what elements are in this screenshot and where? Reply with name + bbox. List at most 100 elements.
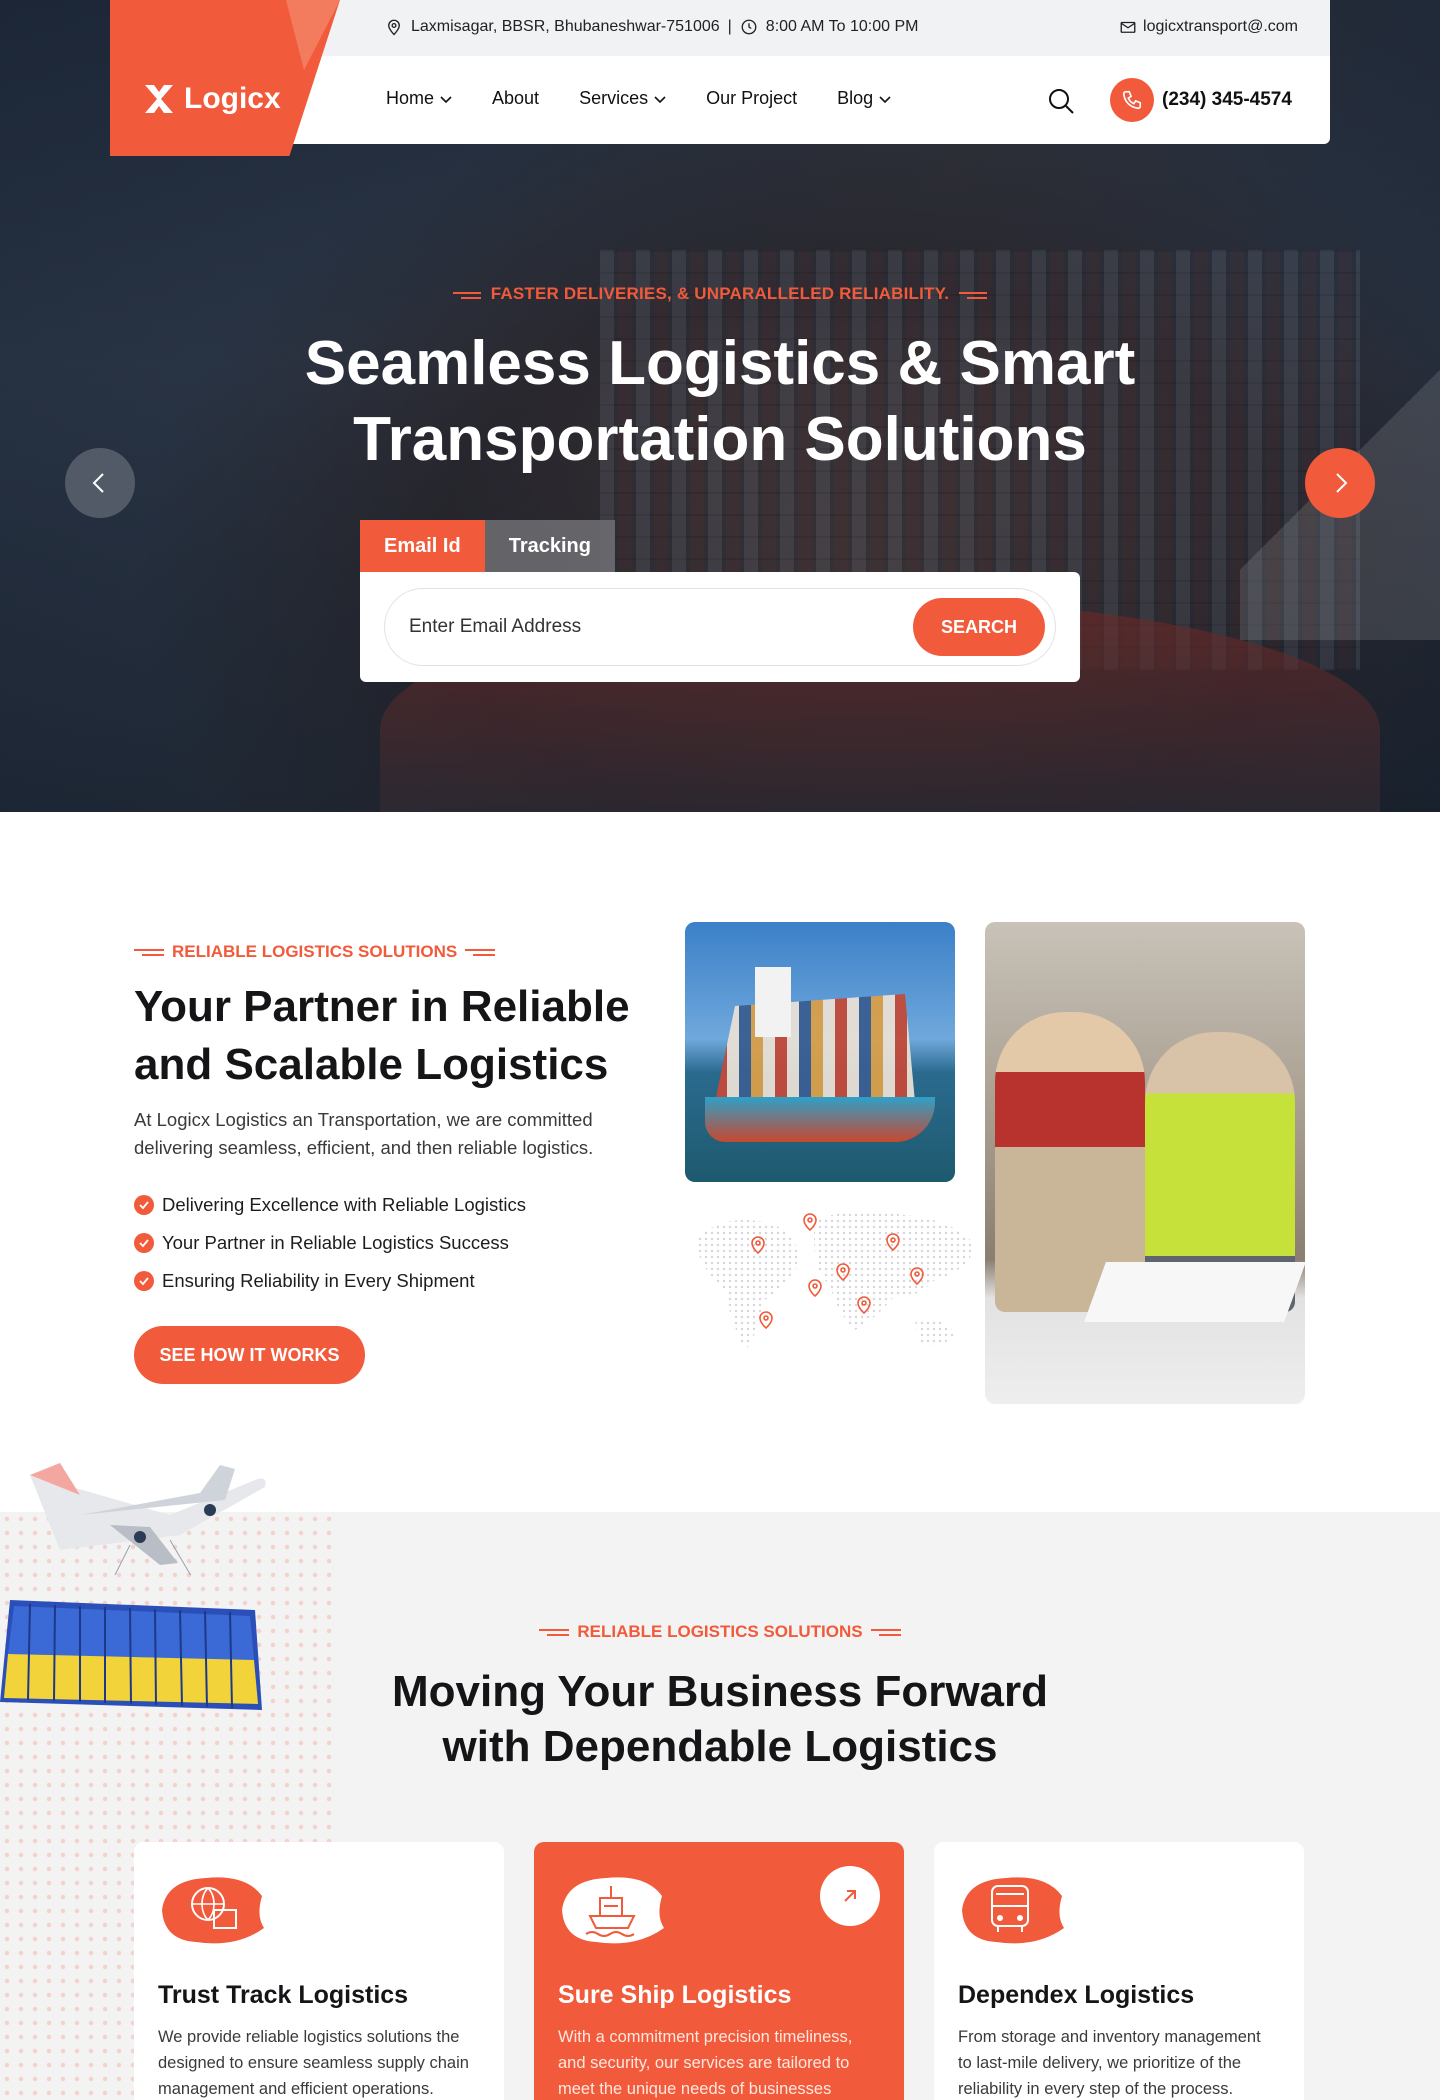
- hero-search-tabs: Email Id Tracking: [360, 520, 615, 572]
- service-card-title: Dependex Logistics: [958, 1981, 1195, 2009]
- ship-hull: [705, 1097, 935, 1142]
- cargo-ship-image: [685, 922, 955, 1182]
- nav-item-our-project[interactable]: Our Project: [706, 88, 797, 109]
- brand-logo[interactable]: Logicx: [142, 82, 281, 116]
- about-title-line: and Scalable Logistics: [134, 1040, 609, 1089]
- service-card-sure-ship[interactable]: Sure Ship Logistics With a commitment pr…: [534, 1842, 904, 2100]
- about-title: Your Partner in Reliable and Scalable Lo…: [134, 978, 654, 1094]
- about-title-line: Your Partner in Reliable: [134, 982, 630, 1031]
- card-link-button[interactable]: [820, 1866, 880, 1926]
- nav-item-home[interactable]: Home: [386, 88, 452, 109]
- phone-number: (234) 345-4574: [1162, 89, 1292, 110]
- desc-line: designed to ensure seamless supply chain: [158, 2054, 469, 2072]
- nav-item-blog[interactable]: Blog: [837, 88, 891, 109]
- service-card-description: From storage and inventory management to…: [958, 2024, 1280, 2100]
- ship-icon: [562, 1877, 664, 1944]
- checklist-item: Your Partner in Reliable Logistics Succe…: [134, 1224, 526, 1262]
- about-checklist: Delivering Excellence with Reliable Logi…: [134, 1186, 526, 1300]
- checklist-text: Delivering Excellence with Reliable Logi…: [162, 1194, 527, 1215]
- primary-nav: Home About Services Our Project Blog: [386, 88, 891, 109]
- nav-label: About: [492, 88, 540, 108]
- desc-line: We provide reliable logistics solutions …: [158, 2028, 460, 2046]
- envelope-icon: [1120, 21, 1136, 33]
- label-dash-decoration: [870, 1627, 901, 1637]
- globe-box-icon: [162, 1877, 264, 1944]
- tab-tracking[interactable]: Tracking: [484, 520, 615, 572]
- service-card-trust-track[interactable]: Trust Track Logistics We provide reliabl…: [134, 1842, 504, 2100]
- nav-item-about[interactable]: About: [492, 88, 539, 109]
- email-text: logicxtransport@.com: [1143, 18, 1298, 35]
- check-icon: [134, 1233, 154, 1253]
- services-section-label: RELIABLE LOGISTICS SOLUTIONS: [0, 1622, 1440, 1642]
- bus-icon: [962, 1877, 1064, 1944]
- services-label-text: RELIABLE LOGISTICS SOLUTIONS: [577, 1622, 863, 1641]
- slider-next-button[interactable]: [1305, 448, 1375, 518]
- hero-title: Seamless Logistics & Smart Transportatio…: [0, 326, 1440, 478]
- ship-bridge: [755, 967, 791, 1037]
- email-link[interactable]: logicxtransport@.com: [1119, 18, 1298, 36]
- address-text: Laxmisagar, BBSR, Bhubaneshwar-751006: [411, 18, 720, 35]
- location-pin-icon: [388, 19, 400, 36]
- nav-label: Home: [386, 88, 435, 108]
- logo-mark-icon: [145, 85, 173, 113]
- hero-title-line: Seamless Logistics & Smart: [304, 329, 1136, 398]
- checklist-text: Your Partner in Reliable Logistics Succe…: [162, 1232, 509, 1253]
- service-card-dependex[interactable]: Dependex Logistics From storage and inve…: [934, 1842, 1304, 2100]
- search-icon[interactable]: [1046, 86, 1076, 116]
- contact-info: Laxmisagar, BBSR, Bhubaneshwar-751006 | …: [385, 18, 918, 36]
- slider-prev-button[interactable]: [65, 448, 135, 518]
- nav-label: Services: [579, 88, 649, 108]
- check-icon: [134, 1195, 154, 1215]
- about-section-label: RELIABLE LOGISTICS SOLUTIONS: [134, 942, 503, 962]
- chevron-right-icon: [1336, 473, 1348, 493]
- tagline-dash-decoration: [959, 289, 988, 300]
- checklist-text: Ensuring Reliability in Every Shipment: [162, 1270, 475, 1291]
- search-field-wrapper: SEARCH: [384, 588, 1056, 666]
- service-card-title: Trust Track Logistics: [158, 1981, 409, 2009]
- desc-line: to last-mile delivery, we prioritize of …: [958, 2054, 1242, 2072]
- info-separator: |: [727, 18, 732, 35]
- services-title-line: with Dependable Logistics: [442, 1722, 998, 1771]
- desc-line: and security, our services are tailored …: [558, 2054, 850, 2072]
- email-search-input[interactable]: [409, 616, 889, 638]
- services-title-line: Moving Your Business Forward: [391, 1667, 1049, 1716]
- hero-search-panel: SEARCH: [360, 572, 1080, 682]
- desc-line: With a commitment precision timeliness,: [558, 2028, 853, 2046]
- about-description: At Logicx Logistics an Transportation, w…: [134, 1106, 634, 1162]
- phone-icon: [1122, 90, 1142, 110]
- nav-label: Blog: [837, 88, 874, 108]
- desc-line: From storage and inventory management: [958, 2028, 1261, 2046]
- ship-containers: [715, 994, 915, 1102]
- check-icon: [134, 1271, 154, 1291]
- hero-title-line: Transportation Solutions: [353, 405, 1087, 474]
- desc-line: management and efficient operations.: [158, 2080, 434, 2098]
- phone-contact[interactable]: (234) 345-4574: [1110, 78, 1292, 122]
- world-map-graphic: [695, 1211, 975, 1350]
- hero-tagline-text: FASTER DELIVERIES, & UNPARALLELED RELIAB…: [490, 284, 950, 303]
- arrow-up-right-icon: [844, 1890, 856, 1902]
- search-button[interactable]: SEARCH: [913, 598, 1045, 656]
- nav-label: Our Project: [706, 88, 798, 108]
- services-title: Moving Your Business Forward with Depend…: [0, 1664, 1440, 1774]
- label-dash-decoration: [134, 947, 164, 957]
- checklist-item: Delivering Excellence with Reliable Logi…: [134, 1186, 526, 1224]
- hero-tagline: FASTER DELIVERIES, & UNPARALLELED RELIAB…: [0, 284, 1440, 304]
- brand-name: Logicx: [184, 82, 281, 115]
- clock-icon: [741, 19, 757, 35]
- see-how-it-works-button[interactable]: SEE HOW IT WORKS: [134, 1326, 365, 1384]
- service-card-description: We provide reliable logistics solutions …: [158, 2024, 480, 2100]
- nav-item-services[interactable]: Services: [579, 88, 666, 109]
- workers-image: [985, 922, 1305, 1404]
- label-dash-decoration: [539, 1627, 570, 1637]
- hours-text: 8:00 AM To 10:00 PM: [765, 18, 919, 35]
- blueprint-paper: [1084, 1262, 1305, 1322]
- desc-line: reliability in every step of the process…: [958, 2080, 1234, 2098]
- checklist-item: Ensuring Reliability in Every Shipment: [134, 1262, 526, 1300]
- chevron-down-icon: [879, 95, 891, 103]
- tab-email-id[interactable]: Email Id: [360, 520, 485, 572]
- about-desc-line: At Logicx Logistics an Transportation, w…: [134, 1109, 593, 1130]
- chevron-down-icon: [654, 95, 666, 103]
- chevron-left-icon: [92, 473, 104, 493]
- tagline-dash-decoration: [452, 289, 481, 300]
- about-desc-line: delivering seamless, efficient, and then…: [134, 1137, 594, 1158]
